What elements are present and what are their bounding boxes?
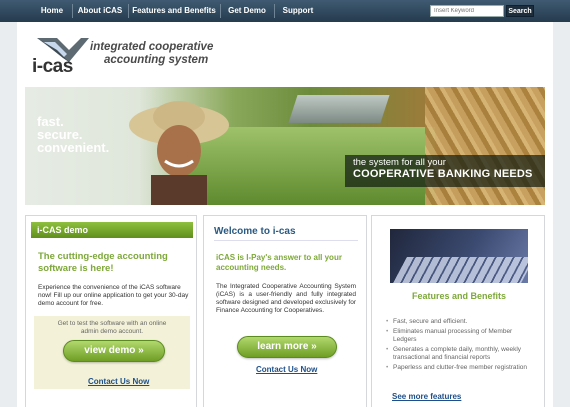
slogan-convenient: convenient. xyxy=(37,140,110,155)
demo-callout-text: Get to test the software with an online … xyxy=(57,320,167,335)
list-item: Paperless and clutter-free member regist… xyxy=(386,364,536,373)
demo-callout-box: Get to test the software with an online … xyxy=(34,316,190,389)
welcome-body-text: The Integrated Cooperative Accounting Sy… xyxy=(216,283,356,314)
demo-panel-heading: i-CAS demo xyxy=(31,222,193,238)
nav-separator xyxy=(128,4,129,18)
search-button[interactable]: Search xyxy=(506,5,534,17)
demo-panel: i-CAS demo The cutting-edge accounting s… xyxy=(25,215,197,407)
nav-features[interactable]: Features and Benefits xyxy=(130,0,218,22)
nav-separator xyxy=(274,4,275,18)
learn-more-button[interactable]: learn more » xyxy=(237,336,337,358)
view-demo-button[interactable]: view demo » xyxy=(63,340,165,362)
welcome-divider xyxy=(214,240,358,241)
demo-title: The cutting-edge accounting software is … xyxy=(38,251,168,274)
nav-home[interactable]: Home xyxy=(33,0,71,22)
list-item: Generates a complete daily, monthly, wee… xyxy=(386,346,536,363)
features-keyboard-image xyxy=(390,229,528,283)
nav-separator xyxy=(72,4,73,18)
banner-caption-line-2: COOPERATIVE BANKING NEEDS xyxy=(353,168,533,180)
nav-get-demo[interactable]: Get Demo xyxy=(222,0,272,22)
welcome-panel: Welcome to i-cas iCAS is I-Pay's answer … xyxy=(203,215,367,407)
contact-us-link[interactable]: Contact Us Now xyxy=(88,377,149,386)
hero-banner: fast. secure. convenient. the system for… xyxy=(25,87,545,205)
banner-wheat xyxy=(425,87,545,205)
list-item: Eliminates manual processing of Member L… xyxy=(386,328,536,345)
features-list: Fast, secure and efficient. Eliminates m… xyxy=(386,318,536,373)
top-nav-bar: Home About iCAS Features and Benefits Ge… xyxy=(0,0,570,22)
banner-caption-line-1: the system for all your xyxy=(353,157,446,168)
nav-support[interactable]: Support xyxy=(276,0,320,22)
see-more-features-link[interactable]: See more features xyxy=(392,392,461,401)
nav-separator xyxy=(220,4,221,18)
demo-body-text: Experience the convenience of the iCAS s… xyxy=(38,284,189,307)
features-panel: Features and Benefits Fast, secure and e… xyxy=(371,215,545,407)
features-title: Features and Benefits xyxy=(411,291,507,301)
welcome-lead: iCAS is I-Pay's answer to all your accou… xyxy=(216,253,342,272)
banner-hut xyxy=(288,95,390,123)
contact-us-link[interactable]: Contact Us Now xyxy=(256,365,317,374)
welcome-title: Welcome to i-cas xyxy=(214,226,296,237)
tagline-line-1: integrated cooperative xyxy=(90,41,214,53)
tagline-line-2: accounting system xyxy=(104,54,209,66)
search-input[interactable] xyxy=(430,5,504,17)
keyboard-keys xyxy=(393,257,528,283)
logo-tagline: integrated cooperative accounting system xyxy=(90,41,213,67)
logo-wordmark[interactable]: i-cas xyxy=(32,56,73,78)
banner-slogan: fast. secure. convenient. xyxy=(37,115,147,154)
nav-about[interactable]: About iCAS xyxy=(74,0,126,22)
page-container: i-cas integrated cooperative accounting … xyxy=(17,22,553,407)
list-item: Fast, secure and efficient. xyxy=(386,318,536,327)
